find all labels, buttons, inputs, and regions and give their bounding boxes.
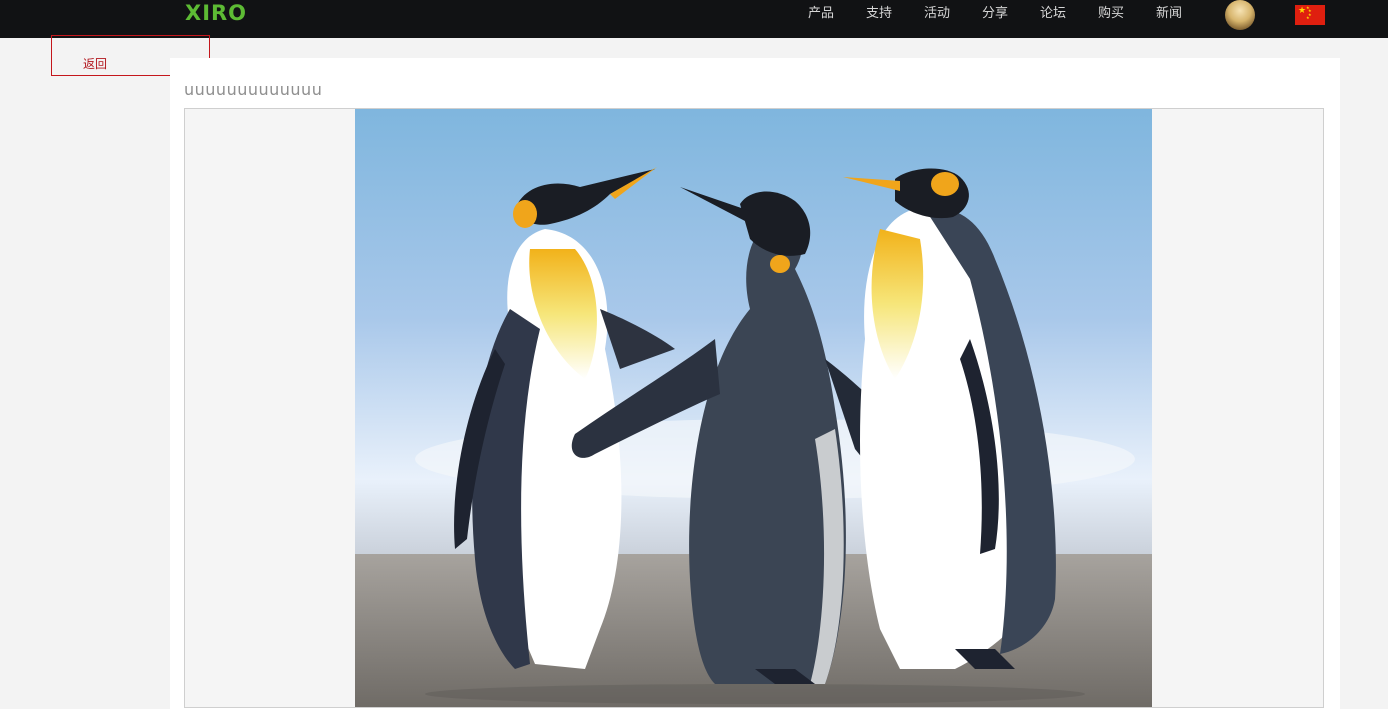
top-navigation-bar: XIRO 产品 支持 活动 分享 论坛 购买 新闻 ★ ★ ★ ★ ★	[0, 0, 1388, 38]
post-panel: uuuuuuuuuuuuu	[170, 58, 1340, 709]
china-flag-icon[interactable]: ★ ★ ★ ★ ★	[1295, 5, 1325, 25]
back-link[interactable]: 返回	[83, 55, 107, 72]
nav-item-share[interactable]: 分享	[982, 6, 1040, 26]
nav-item-forum[interactable]: 论坛	[1040, 6, 1098, 26]
main-nav: 产品 支持 活动 分享 论坛 购买 新闻	[808, 6, 1214, 26]
image-frame	[184, 108, 1324, 708]
post-title: uuuuuuuuuuuuu	[184, 80, 323, 99]
nav-item-buy[interactable]: 购买	[1098, 6, 1156, 26]
penguins-illustration	[355, 109, 1152, 707]
nav-item-products[interactable]: 产品	[808, 6, 866, 26]
penguins-photo[interactable]	[355, 109, 1152, 707]
nav-item-support[interactable]: 支持	[866, 6, 924, 26]
user-avatar[interactable]	[1225, 0, 1255, 30]
nav-item-events[interactable]: 活动	[924, 6, 982, 26]
xiro-logo[interactable]: XIRO	[185, 2, 247, 24]
nav-item-news[interactable]: 新闻	[1156, 6, 1214, 26]
